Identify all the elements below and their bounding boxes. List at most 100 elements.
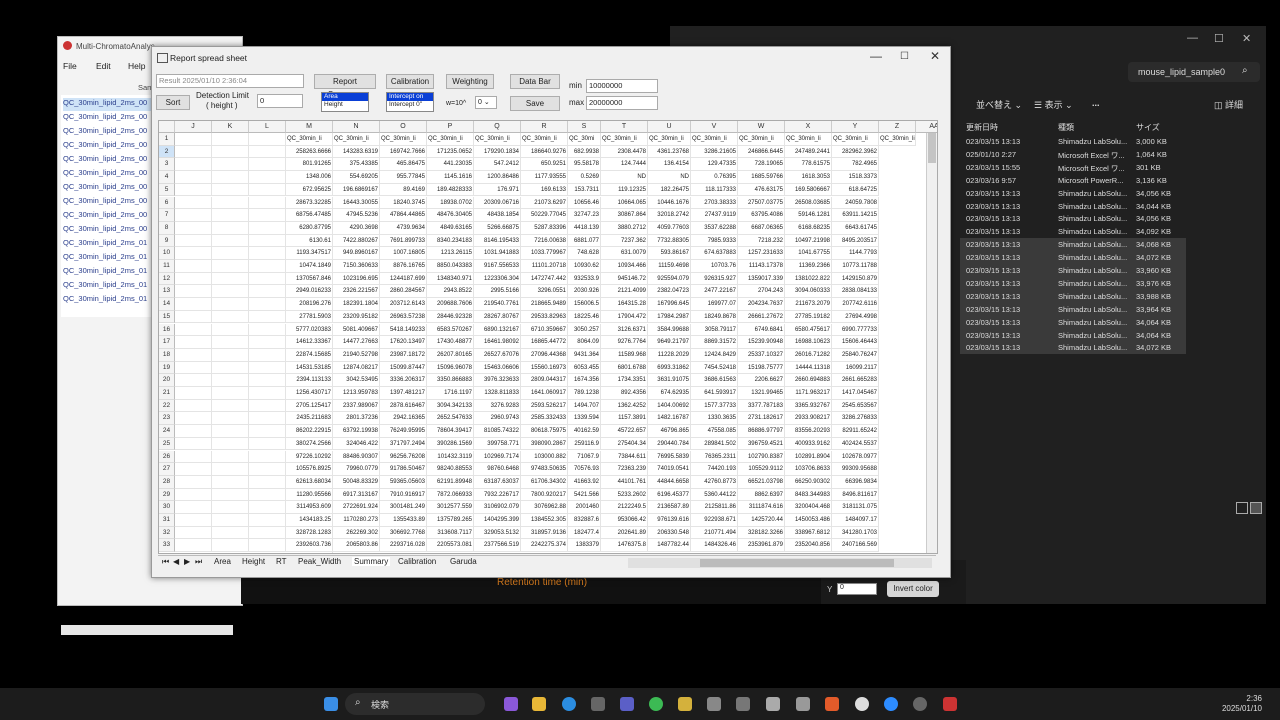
grid-cell[interactable]: 76995.5839 <box>648 450 691 464</box>
zoom-icon[interactable] <box>884 697 898 711</box>
grid-cell[interactable]: 11369.2366 <box>785 260 832 273</box>
grid-cell[interactable]: 6196.45377 <box>648 488 691 502</box>
grid-cell[interactable]: 176.971 <box>474 183 521 197</box>
grid-cell[interactable]: 6710.359667 <box>521 323 568 337</box>
grid-cell[interactable]: 70576.93 <box>568 463 601 476</box>
row-header[interactable]: 15 <box>159 310 175 324</box>
grid-cell[interactable]: 26508.03685 <box>785 196 832 210</box>
grid-cell[interactable]: 2949.016233 <box>286 285 333 299</box>
grid-cell[interactable]: 7150.360633 <box>333 260 380 273</box>
grid-cell[interactable]: 95.58178 <box>568 158 601 172</box>
result-field[interactable]: Result 2025/01/10 2:36:04 <box>156 74 304 88</box>
grid-cell[interactable]: 66521.03798 <box>738 475 785 489</box>
grid-cell[interactable]: 3012577.559 <box>427 501 474 514</box>
grid-cell[interactable]: 78604.39417 <box>427 425 474 438</box>
grid-cell[interactable]: 892.4356 <box>601 387 648 400</box>
grid-cell[interactable]: 7216.00638 <box>521 234 568 248</box>
grid-cell[interactable] <box>212 463 249 476</box>
grid-cell[interactable]: 3094.342133 <box>427 399 474 413</box>
grid-cell[interactable] <box>212 310 249 324</box>
grid-cell[interactable] <box>212 348 249 362</box>
header-cell[interactable]: QC_30min_li <box>832 133 879 146</box>
grid-cell[interactable] <box>212 145 249 159</box>
column-header-n[interactable]: N <box>333 121 380 133</box>
grid-cell[interactable]: 7732.88305 <box>648 234 691 248</box>
grid-cell[interactable]: 3106902.079 <box>474 501 521 514</box>
grid-cell[interactable] <box>212 412 249 426</box>
sheet-tab-area[interactable]: Area <box>214 557 231 566</box>
report-summary-button[interactable]: Report Summary <box>314 74 376 99</box>
grid-cell[interactable]: 20309.06716 <box>474 196 521 210</box>
grid-cell[interactable]: 7237.362 <box>601 234 648 248</box>
grid-cell[interactable]: 3350.866883 <box>427 374 474 387</box>
calculator-icon[interactable] <box>736 697 750 711</box>
grid-cell[interactable]: 8850.043383 <box>427 260 474 273</box>
file-row[interactable]: 023/03/15 13:13 Shimadzu LabSolu... 34,072… <box>960 251 1186 265</box>
row-header[interactable]: 12 <box>159 272 175 286</box>
grid-cell[interactable] <box>212 285 249 299</box>
grid-view-icon[interactable] <box>1250 502 1262 514</box>
grid-cell[interactable]: 27785.19182 <box>785 310 832 324</box>
grid-cell[interactable]: ND <box>601 171 648 184</box>
grid-cell[interactable]: 8146.195433 <box>474 234 521 248</box>
grid-cell[interactable]: 97226.10292 <box>286 450 333 464</box>
grid-cell[interactable]: 7872.066933 <box>427 488 474 502</box>
column-size[interactable]: サイズ <box>1136 122 1160 133</box>
close-icon[interactable]: ✕ <box>930 49 940 63</box>
sort-button[interactable]: Sort <box>156 95 190 110</box>
grid-cell[interactable]: 66250.90302 <box>785 475 832 489</box>
header-cell[interactable]: QC_30min_lipid_2ms_013 <box>879 133 916 146</box>
grid-cell[interactable]: 3296.0551 <box>521 285 568 299</box>
grid-cell[interactable]: 29533.82963 <box>521 310 568 324</box>
grid-cell[interactable]: 208196.276 <box>286 298 333 311</box>
grid-cell[interactable] <box>249 501 286 514</box>
grid-cell[interactable]: 3631.91075 <box>648 374 691 387</box>
grid-cell[interactable]: 1383379 <box>568 539 601 553</box>
row-header[interactable]: 20 <box>159 374 175 387</box>
grid-cell[interactable]: 89.4169 <box>380 183 427 197</box>
column-header-l[interactable]: L <box>249 121 286 133</box>
grid-cell[interactable]: 5287.83396 <box>521 221 568 235</box>
grid-cell[interactable]: 15606.46443 <box>832 336 879 349</box>
sample-list[interactable]: QC_30min_lipid_2ms_00 QC_30min_lipid_2ms_… <box>61 95 153 317</box>
grid-cell[interactable]: 4418.139 <box>568 221 601 235</box>
column-header-m[interactable]: M <box>286 121 333 133</box>
grid-cell[interactable]: 74420.193 <box>691 463 738 476</box>
grid-cell[interactable] <box>249 387 286 400</box>
grid-cell[interactable] <box>212 399 249 413</box>
grid-cell[interactable] <box>249 450 286 464</box>
grid-cell[interactable]: 1641.060917 <box>521 387 568 400</box>
grid-cell[interactable]: 119.12325 <box>601 183 648 197</box>
chrome-icon[interactable] <box>649 697 663 711</box>
grid-cell[interactable]: 1177.93555 <box>521 171 568 184</box>
grid-cell[interactable]: 631.0079 <box>601 247 648 260</box>
listbox-item-intercept-zero[interactable]: Intercept 0" <box>387 101 433 109</box>
grid-cell[interactable]: 27507.03775 <box>738 196 785 210</box>
grid-cell[interactable]: 63911.14215 <box>832 209 879 222</box>
grid-cell[interactable]: 1618.3053 <box>785 171 832 184</box>
grid-cell[interactable]: 42760.8773 <box>691 475 738 489</box>
grid-cell[interactable]: 4059.77603 <box>648 221 691 235</box>
grid-cell[interactable]: 211673.2079 <box>785 298 832 311</box>
grid-cell[interactable]: 554.69205 <box>333 171 380 184</box>
grid-cell[interactable]: 674.62935 <box>648 387 691 400</box>
grid-cell[interactable]: 48476.30405 <box>427 209 474 222</box>
weighting-button[interactable]: Weighting <box>446 74 494 89</box>
grid-cell[interactable]: 7454.52418 <box>691 361 738 375</box>
grid-cell[interactable]: 2065803.86 <box>333 539 380 553</box>
chromato-app-icon[interactable] <box>943 697 957 711</box>
grid-cell[interactable]: 83556.20293 <box>785 425 832 438</box>
grid-cell[interactable]: 2593.526217 <box>521 399 568 413</box>
max-input[interactable]: 20000000 <box>586 96 658 110</box>
sample-list-item[interactable]: QC_30min_lipid_2ms_00 <box>63 154 153 167</box>
grid-cell[interactable]: 2352040.856 <box>785 539 832 553</box>
grid-cell[interactable]: 1370567.846 <box>286 272 333 286</box>
grid-cell[interactable]: 1157.3891 <box>601 412 648 426</box>
row-header[interactable]: 23 <box>159 412 175 426</box>
grid-cell[interactable]: 47945.5236 <box>333 209 380 222</box>
grid-cell[interactable] <box>175 526 212 540</box>
grid-cell[interactable]: 102678.0977 <box>832 450 879 464</box>
grid-cell[interactable]: 79960.0779 <box>333 463 380 476</box>
sample-list-item[interactable]: QC_30min_lipid_2ms_00 <box>63 126 153 139</box>
header-cell[interactable]: QC_30min_li <box>691 133 738 146</box>
